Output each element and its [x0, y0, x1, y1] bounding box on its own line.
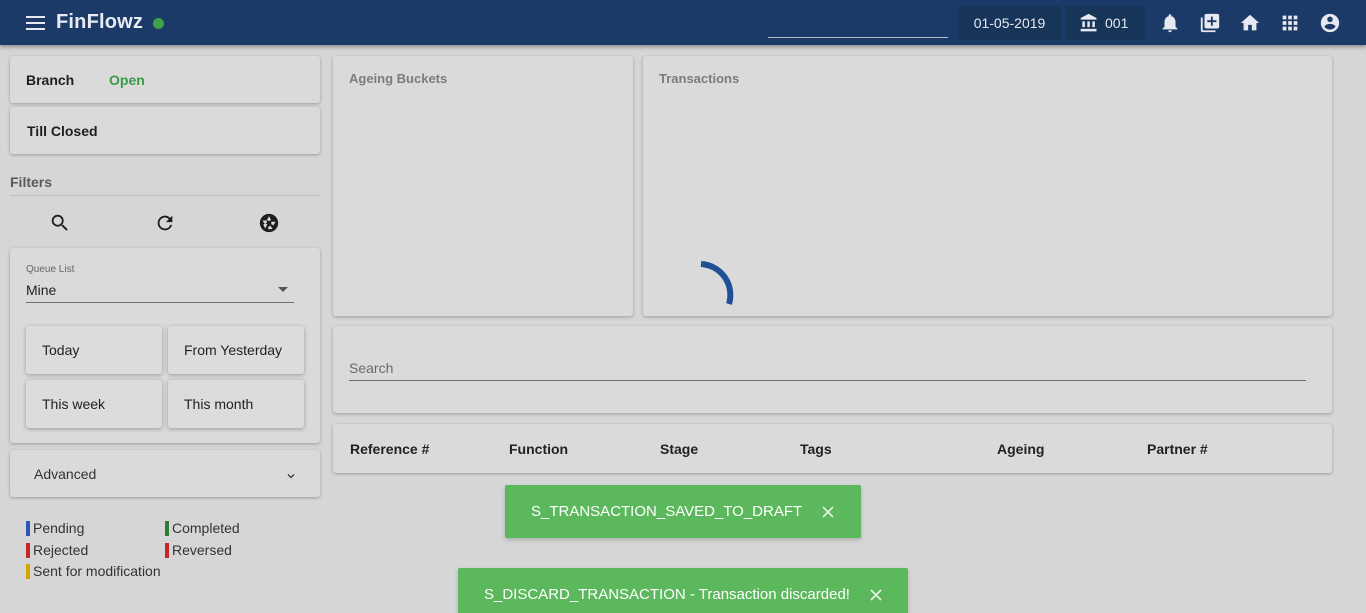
- legend-rejected-label: Rejected: [33, 542, 89, 558]
- legend-pending: Pending: [26, 520, 84, 536]
- app-name: FinFlowz: [56, 11, 144, 33]
- dropdown-arrow-icon: [278, 287, 288, 292]
- column-partner[interactable]: Partner #: [1147, 441, 1208, 457]
- chevron-down-icon: [287, 474, 295, 479]
- toast-saved-to-draft: S_TRANSACTION_SAVED_TO_DRAFT: [505, 485, 861, 538]
- toast-transaction-discarded: S_DISCARD_TRANSACTION - Transaction disc…: [458, 568, 908, 613]
- filter-this-week-button[interactable]: This week: [26, 380, 162, 428]
- advanced-label: Advanced: [34, 466, 97, 482]
- bank-icon: [1080, 13, 1097, 32]
- legend-sent-for-modification-swatch: [26, 564, 30, 579]
- legend-rejected: Rejected: [26, 542, 88, 558]
- legend-completed-swatch: [165, 521, 169, 536]
- branch-label: Branch: [26, 72, 75, 88]
- till-label: Till Closed: [27, 123, 98, 139]
- account-circle-icon[interactable]: [1319, 12, 1341, 34]
- branch-selector[interactable]: 001: [1066, 6, 1145, 40]
- top-app-bar: FinFlowz 01-05-2019 001: [0, 0, 1366, 45]
- filters-title: Filters: [10, 174, 53, 190]
- queue-list-value: Mine: [26, 282, 57, 298]
- header-search-input[interactable]: [768, 10, 948, 38]
- home-icon[interactable]: [1239, 12, 1261, 34]
- legend-sent-for-modification-label: Sent for modification: [33, 563, 161, 579]
- toast-message: S_TRANSACTION_SAVED_TO_DRAFT: [531, 503, 803, 520]
- legend-pending-label: Pending: [33, 520, 85, 536]
- column-ageing[interactable]: Ageing: [997, 441, 1044, 457]
- transactions-title: Transactions: [659, 71, 740, 86]
- legend-completed-label: Completed: [172, 520, 240, 536]
- queue-list-label: Queue List: [26, 264, 75, 275]
- close-icon[interactable]: [869, 588, 883, 602]
- business-date[interactable]: 01-05-2019: [958, 6, 1061, 40]
- close-icon[interactable]: [821, 505, 835, 519]
- branch-status: Open: [109, 72, 145, 88]
- queue-list-select[interactable]: Mine: [26, 280, 294, 303]
- column-reference[interactable]: Reference #: [350, 441, 429, 457]
- aperture-icon[interactable]: [258, 212, 280, 234]
- till-status-card: Till Closed: [10, 107, 320, 154]
- filter-today-button[interactable]: Today: [26, 326, 162, 374]
- ageing-buckets-panel: [333, 56, 633, 316]
- filter-this-month-button[interactable]: This month: [168, 380, 304, 428]
- column-tags[interactable]: Tags: [800, 441, 832, 457]
- refresh-icon[interactable]: [154, 212, 176, 234]
- loading-spinner: [700, 261, 734, 305]
- transaction-search-input[interactable]: [349, 356, 1306, 381]
- apps-grid-icon[interactable]: [1279, 12, 1301, 34]
- bell-icon[interactable]: [1159, 12, 1181, 34]
- legend-reversed-label: Reversed: [172, 542, 232, 558]
- column-stage[interactable]: Stage: [660, 441, 698, 457]
- legend-rejected-swatch: [26, 543, 30, 558]
- legend-completed: Completed: [165, 520, 240, 536]
- advanced-filter-panel[interactable]: Advanced: [10, 450, 320, 497]
- branch-status-card: Branch Open: [10, 56, 320, 103]
- ageing-buckets-title: Ageing Buckets: [349, 71, 448, 86]
- search-icon[interactable]: [49, 212, 71, 234]
- transactions-panel: [643, 56, 1332, 316]
- status-indicator: [153, 18, 164, 29]
- add-box-icon[interactable]: [1199, 12, 1221, 34]
- menu-icon[interactable]: [26, 16, 45, 30]
- legend-reversed: Reversed: [165, 542, 232, 558]
- toast-message: S_DISCARD_TRANSACTION - Transaction disc…: [484, 586, 850, 603]
- branch-code: 001: [1105, 15, 1129, 31]
- column-function[interactable]: Function: [509, 441, 568, 457]
- legend-sent-for-modification: Sent for modification: [26, 563, 161, 579]
- legend-pending-swatch: [26, 521, 30, 536]
- filter-from-yesterday-button[interactable]: From Yesterday: [168, 326, 304, 374]
- legend-reversed-swatch: [165, 543, 169, 558]
- filters-divider: [10, 195, 320, 196]
